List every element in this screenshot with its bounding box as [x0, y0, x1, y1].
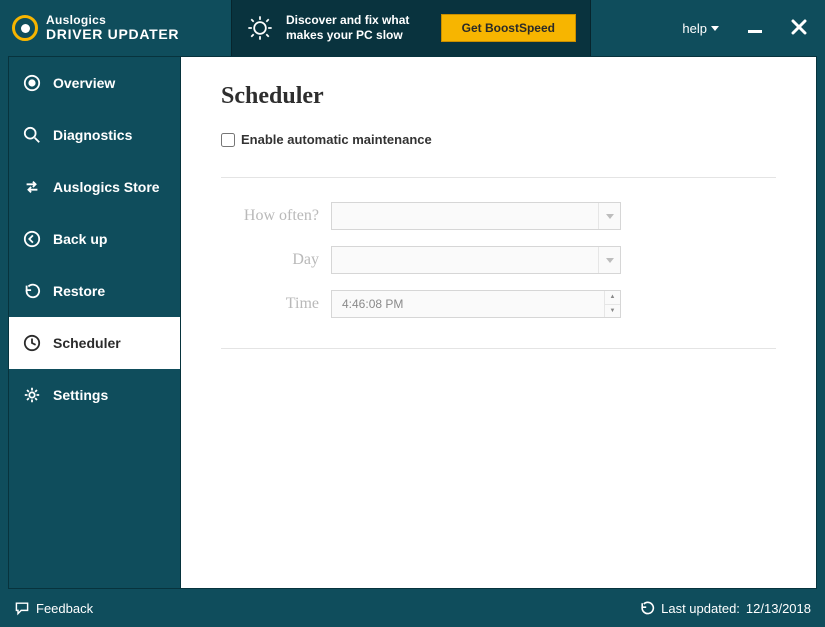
chevron-down-icon: [598, 203, 620, 229]
brand-line2: DRIVER UPDATER: [46, 27, 179, 42]
separator: [221, 348, 776, 349]
brand-logo-icon: [12, 15, 38, 41]
magnifier-icon: [23, 126, 41, 144]
swap-icon: [23, 178, 41, 196]
minimize-icon: [747, 19, 763, 35]
help-menu[interactable]: help: [682, 21, 719, 36]
sidebar: Overview Diagnostics Auslogics Store Bac…: [8, 56, 180, 589]
target-icon: [23, 74, 41, 92]
gear-icon: [23, 386, 41, 404]
time-value: 4:46:08 PM: [342, 297, 403, 311]
sidebar-item-settings[interactable]: Settings: [9, 369, 180, 421]
get-boostspeed-button[interactable]: Get BoostSpeed: [441, 14, 576, 42]
help-label: help: [682, 21, 707, 36]
footer: Feedback Last updated: 12/13/2018: [0, 589, 825, 627]
sidebar-label: Overview: [53, 75, 115, 91]
brand: Auslogics DRIVER UPDATER: [0, 0, 231, 56]
sidebar-item-restore[interactable]: Restore: [9, 265, 180, 317]
sidebar-label: Scheduler: [53, 335, 121, 351]
day-select[interactable]: [331, 246, 621, 274]
promo-text: Discover and fix what makes your PC slow: [286, 13, 429, 43]
sidebar-label: Settings: [53, 387, 108, 403]
separator: [221, 177, 776, 178]
sidebar-item-backup[interactable]: Back up: [9, 213, 180, 265]
undo-icon: [23, 282, 41, 300]
time-label: Time: [221, 295, 331, 313]
sidebar-label: Back up: [53, 231, 107, 247]
minimize-button[interactable]: [747, 19, 763, 38]
time-spinner[interactable]: ▲ ▼: [604, 291, 620, 317]
sidebar-item-overview[interactable]: Overview: [9, 57, 180, 109]
enable-maintenance-checkbox[interactable]: [221, 133, 235, 147]
page-title: Scheduler: [221, 83, 776, 110]
how-often-select[interactable]: [331, 202, 621, 230]
sidebar-label: Restore: [53, 283, 105, 299]
sidebar-item-scheduler[interactable]: Scheduler: [9, 317, 180, 369]
chevron-down-icon: [598, 247, 620, 273]
close-icon: [791, 19, 807, 35]
promo-banner: Discover and fix what makes your PC slow…: [231, 0, 591, 56]
sidebar-label: Auslogics Store: [53, 179, 160, 195]
speech-bubble-icon: [14, 600, 30, 616]
last-updated-prefix: Last updated:: [661, 601, 740, 616]
day-label: Day: [221, 251, 331, 269]
time-input[interactable]: 4:46:08 PM ▲ ▼: [331, 290, 621, 318]
how-often-label: How often?: [221, 207, 331, 225]
sidebar-item-diagnostics[interactable]: Diagnostics: [9, 109, 180, 161]
feedback-link[interactable]: Feedback: [14, 600, 93, 616]
enable-maintenance-row[interactable]: Enable automatic maintenance: [221, 132, 776, 147]
lightbulb-icon: [246, 14, 274, 42]
refresh-icon: [639, 600, 655, 616]
feedback-label: Feedback: [36, 601, 93, 616]
clock-icon: [23, 334, 41, 352]
last-updated[interactable]: Last updated: 12/13/2018: [639, 600, 811, 616]
sidebar-item-store[interactable]: Auslogics Store: [9, 161, 180, 213]
enable-maintenance-label: Enable automatic maintenance: [241, 132, 432, 147]
content-panel: Scheduler Enable automatic maintenance H…: [180, 56, 817, 589]
chevron-down-icon: [711, 26, 719, 31]
sidebar-label: Diagnostics: [53, 127, 132, 143]
close-button[interactable]: [791, 19, 807, 38]
last-updated-value: 12/13/2018: [746, 601, 811, 616]
back-icon: [23, 230, 41, 248]
spin-down-icon[interactable]: ▼: [605, 305, 620, 318]
spin-up-icon[interactable]: ▲: [605, 291, 620, 305]
